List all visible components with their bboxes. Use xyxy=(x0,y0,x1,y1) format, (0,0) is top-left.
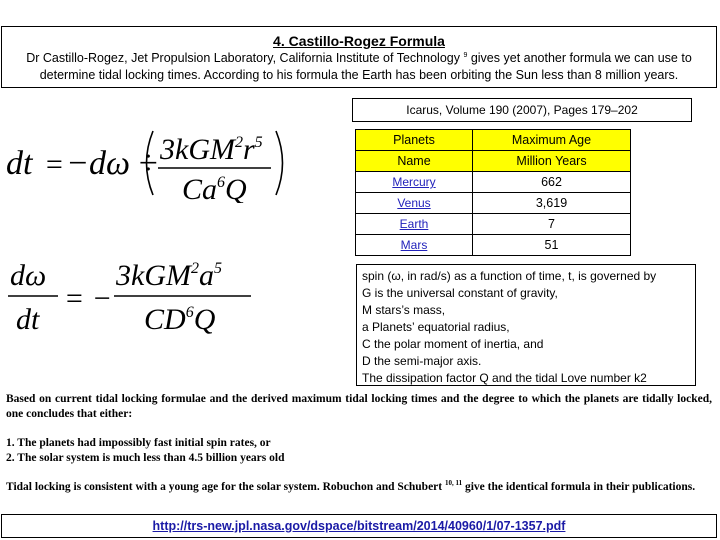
table-row: Mars 51 xyxy=(355,234,631,256)
formula2-lhs-den: dt xyxy=(16,303,40,335)
formula1-denominator: Ca6Q xyxy=(182,173,247,203)
table-row: Earth 7 xyxy=(355,213,631,235)
definition-line: G is the universal constant of gravity, xyxy=(362,286,558,300)
definition-line: C the polar moment of inertia, and xyxy=(362,337,544,351)
planet-link-mercury[interactable]: Mercury xyxy=(392,175,435,189)
definition-line: a Planets’ equatorial radius, xyxy=(362,320,510,334)
definition-line: M stars’s mass, xyxy=(362,303,446,317)
header-cell: Maximum Age xyxy=(472,129,631,151)
num-exp1: 2 xyxy=(191,260,199,277)
formula2-equals: = − xyxy=(64,282,112,315)
num-mid: a xyxy=(199,259,214,292)
num-mid: r xyxy=(243,133,255,166)
header-cell: Name xyxy=(355,150,473,172)
tidal-locking-formula-1: dt = −dω ÷ 3kGM2r5 Ca6Q xyxy=(6,130,284,203)
definition-line: D the semi-major axis. xyxy=(362,354,482,368)
den-base: CD xyxy=(144,303,186,335)
intro-text-part1: Dr Castillo-Rogez, Jet Propulsion Labora… xyxy=(26,51,464,65)
den-exp: 6 xyxy=(186,304,194,321)
age-cell: 7 xyxy=(472,213,631,235)
conclusion-paragraph: Based on current tidal locking formulae … xyxy=(6,393,712,420)
planet-cell: Venus xyxy=(355,192,473,214)
planet-cell: Mercury xyxy=(355,171,473,193)
reference-superscript: 10, 11 xyxy=(444,479,463,487)
source-link[interactable]: http://trs-new.jpl.nasa.gov/dspace/bitst… xyxy=(153,519,566,533)
table-row: Mercury 662 xyxy=(355,171,631,193)
den-exp: 6 xyxy=(217,174,225,191)
definition-line: The dissipation factor Q and the tidal L… xyxy=(362,371,647,385)
list-item: 2. The solar system is much less than 4.… xyxy=(6,452,285,464)
list-item: 1. The planets had impossibly fast initi… xyxy=(6,437,271,449)
den-tail: Q xyxy=(225,173,247,203)
planet-link-earth[interactable]: Earth xyxy=(400,217,429,231)
intro-text: Dr Castillo-Rogez, Jet Propulsion Labora… xyxy=(2,50,716,84)
formula1-lhs: dt xyxy=(6,145,34,182)
planet-cell: Earth xyxy=(355,213,473,235)
tidal-locking-formula-2: dω dt = − 3kGM2a5 CD6Q xyxy=(8,259,251,335)
den-base: Ca xyxy=(182,173,217,203)
planet-cell: Mars xyxy=(355,234,473,256)
den-tail: Q xyxy=(194,303,216,335)
header-cell: Planets xyxy=(355,129,473,151)
para2-part1: Tidal locking is consistent with a young… xyxy=(6,481,445,493)
formula1-equals: = xyxy=(44,148,64,181)
table-row: Venus 3,619 xyxy=(355,192,631,214)
variable-definitions-box: spin (ω, in rad/s) as a function of time… xyxy=(356,264,696,386)
table-header-row: Name Million Years xyxy=(355,150,631,172)
formula1-numerator: 3kGM2r5 xyxy=(159,133,263,166)
formula2-lhs-num: dω xyxy=(10,259,46,292)
planet-link-mars[interactable]: Mars xyxy=(401,238,428,252)
planet-link-venus[interactable]: Venus xyxy=(397,196,430,210)
age-cell: 662 xyxy=(472,171,631,193)
right-paren-icon xyxy=(275,130,284,196)
formula2-denominator: CD6Q xyxy=(144,303,216,335)
formula1-rhs-prefix: −dω ÷ xyxy=(66,145,157,182)
definition-line: spin (ω, in rad/s) as a function of time… xyxy=(362,269,657,283)
num-exp2: 5 xyxy=(214,260,222,277)
source-link-box: http://trs-new.jpl.nasa.gov/dspace/bitst… xyxy=(1,514,717,538)
page-title: 4. Castillo-Rogez Formula xyxy=(273,33,445,49)
table-header-row: Planets Maximum Age xyxy=(355,129,631,151)
citation-box: Icarus, Volume 190 (2007), Pages 179–202 xyxy=(352,98,692,122)
consistency-paragraph: Tidal locking is consistent with a young… xyxy=(6,480,712,495)
age-cell: 51 xyxy=(472,234,631,256)
num-exp1: 2 xyxy=(235,134,243,151)
num-base: 3kGM xyxy=(159,133,237,166)
para2-part2: give the identical formula in their publ… xyxy=(462,481,696,493)
age-cell: 3,619 xyxy=(472,192,631,214)
header-box: 4. Castillo-Rogez Formula Dr Castillo-Ro… xyxy=(1,26,717,88)
planet-age-table: Planets Maximum Age Name Million Years M… xyxy=(355,129,631,256)
conclusion-list: 1. The planets had impossibly fast initi… xyxy=(6,436,706,466)
num-exp2: 5 xyxy=(255,134,263,151)
header-cell: Million Years xyxy=(472,150,631,172)
formula2-numerator: 3kGM2a5 xyxy=(115,259,222,292)
num-base: 3kGM xyxy=(115,259,193,292)
